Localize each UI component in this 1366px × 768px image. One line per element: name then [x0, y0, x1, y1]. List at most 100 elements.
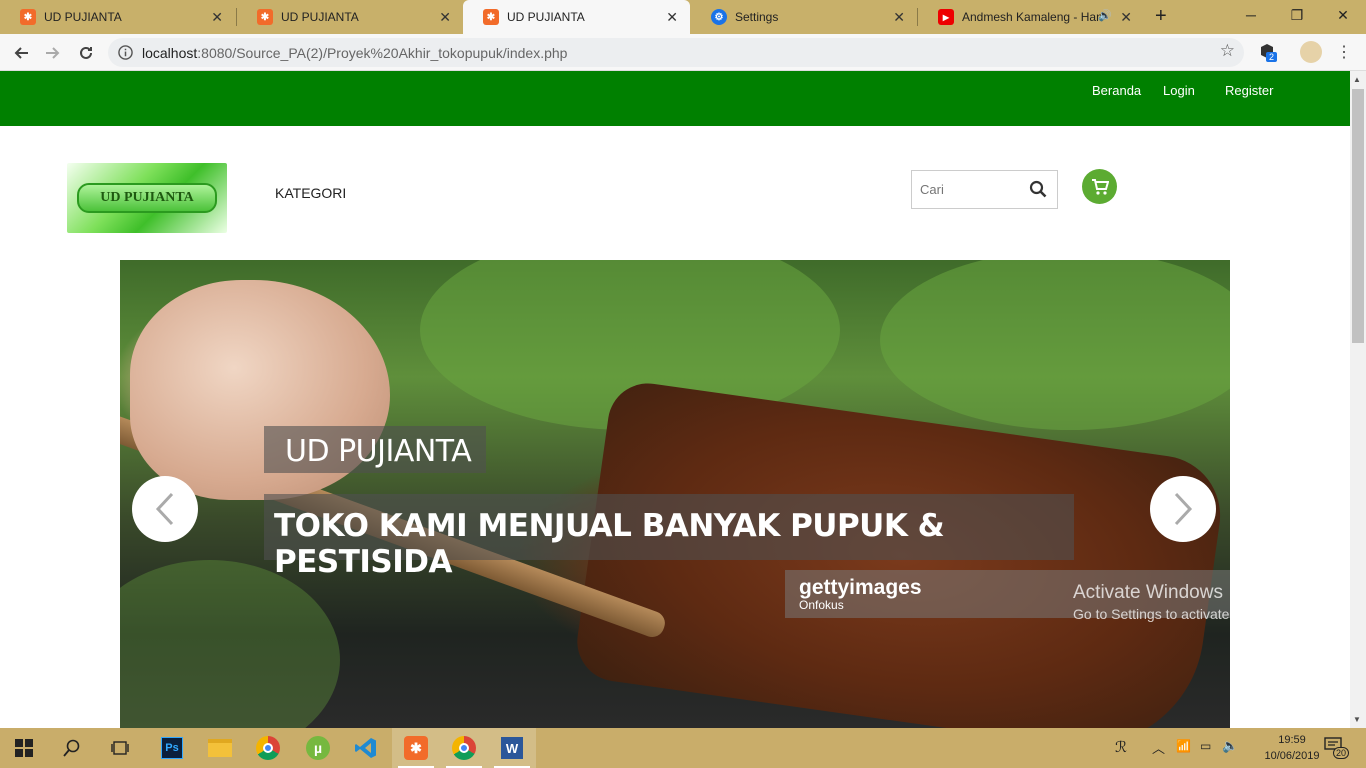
vscode-icon: [355, 738, 376, 758]
browser-tab[interactable]: ✱ UD PUJIANTA ✕: [0, 0, 235, 34]
audio-playing-icon[interactable]: 🔊: [1098, 9, 1112, 22]
taskbar-app-word[interactable]: W: [488, 728, 536, 768]
search-icon: [63, 739, 80, 757]
nav-link-beranda[interactable]: Beranda: [1092, 83, 1141, 98]
search-input[interactable]: [913, 172, 1023, 207]
chrome-icon: [452, 736, 476, 760]
webpage: Beranda Login Register UD PUJIANTA KATEG…: [0, 71, 1350, 728]
page-scrollbar[interactable]: ▲ ▼: [1350, 71, 1366, 728]
activation-title: Activate Windows: [1073, 582, 1223, 603]
hero-carousel: UD PUJIANTA TOKO KAMI MENJUAL BANYAK PUP…: [120, 260, 1230, 728]
search-box: [911, 170, 1058, 209]
taskbar-search-button[interactable]: [48, 728, 96, 768]
watermark-credit: Onfokus: [799, 598, 844, 612]
extension-icon[interactable]: 2: [1258, 42, 1278, 62]
browser-tab[interactable]: ⚙ Settings ✕: [691, 0, 917, 34]
kategori-menu[interactable]: KATEGORI: [275, 185, 346, 201]
close-window-button[interactable]: ✕: [1320, 0, 1366, 30]
close-tab-icon[interactable]: ✕: [439, 9, 451, 26]
tab-title: Andmesh Kamaleng - Han: [962, 10, 1102, 24]
browser-tab-active[interactable]: ✱ UD PUJIANTA ✕: [463, 0, 690, 34]
url-host: localhost: [142, 44, 198, 61]
xampp-icon: ✱: [20, 9, 36, 25]
profile-avatar[interactable]: [1300, 41, 1322, 63]
tab-title: Settings: [735, 10, 779, 24]
xampp-icon: ✱: [483, 9, 499, 25]
close-tab-icon[interactable]: ✕: [893, 9, 905, 26]
notification-count-badge: 20: [1333, 747, 1350, 759]
menu-icon[interactable]: ⋮: [1336, 42, 1352, 62]
taskbar-app-utorrent[interactable]: µ: [294, 728, 342, 768]
scroll-down-arrow-icon[interactable]: ▼: [1353, 715, 1361, 724]
clock-date: 10/06/2019: [1264, 750, 1320, 762]
volume-icon[interactable]: 🔈: [1222, 738, 1238, 754]
background-foliage: [120, 560, 340, 728]
back-button[interactable]: [8, 40, 34, 66]
restore-button[interactable]: ❐: [1274, 0, 1320, 30]
show-hidden-icons-chevron-up-icon[interactable]: ︿: [1152, 738, 1165, 757]
clock-time: 19:59: [1278, 734, 1306, 746]
new-tab-button[interactable]: +: [1155, 5, 1167, 28]
site-logo[interactable]: UD PUJIANTA: [67, 163, 227, 233]
address-bar[interactable]: localhost:8080/Source_PA(2)/Proyek%20Akh…: [108, 38, 1244, 67]
tab-title: UD PUJIANTA: [44, 10, 122, 24]
taskbar-clock[interactable]: 19:59 10/06/2019: [1262, 732, 1322, 764]
url-path: :8080/Source_PA(2)/Proyek%20Akhir_tokopu…: [197, 44, 568, 61]
people-icon[interactable]: ℛ: [1115, 738, 1127, 756]
forward-button[interactable]: [40, 40, 66, 66]
windows-start-button[interactable]: [0, 728, 48, 768]
xampp-icon: ✱: [404, 736, 428, 760]
youtube-icon: ▶: [938, 9, 954, 25]
carousel-caption-title: UD PUJIANTA: [264, 426, 486, 473]
logo-text: UD PUJIANTA: [77, 183, 217, 213]
taskbar-app-file-explorer[interactable]: [196, 728, 244, 768]
search-icon[interactable]: [1029, 180, 1047, 198]
info-icon: [118, 45, 133, 60]
nav-link-login[interactable]: Login: [1163, 83, 1195, 98]
close-tab-icon[interactable]: ✕: [666, 9, 678, 26]
wifi-icon[interactable]: 📶: [1176, 739, 1191, 753]
bookmark-star-icon[interactable]: ☆: [1220, 41, 1235, 61]
activation-subtitle: Go to Settings to activate Windows.: [1073, 606, 1294, 622]
windows-taskbar: Ps µ ✱ W ℛ ︿ 📶 ▭ 🔈 19:59 10/06/2019 20: [0, 728, 1366, 768]
carousel-prev-button[interactable]: [132, 476, 198, 542]
watermark-brand: gettyimages: [799, 576, 922, 599]
windows-start-icon: [15, 739, 33, 757]
tab-title: UD PUJIANTA: [507, 10, 585, 24]
browser-tab[interactable]: ▶ Andmesh Kamaleng - Han 🔊 ✕: [918, 0, 1144, 34]
windows-activation-watermark: Activate Windows Go to Settings to activ…: [1073, 582, 1294, 622]
reload-button[interactable]: [73, 40, 99, 66]
browser-tab[interactable]: ✱ UD PUJIANTA ✕: [237, 0, 463, 34]
arrow-right-icon: [46, 47, 60, 59]
battery-icon[interactable]: ▭: [1200, 739, 1211, 753]
xampp-icon: ✱: [257, 9, 273, 25]
cart-icon: [1091, 178, 1109, 195]
utorrent-icon: µ: [306, 736, 330, 760]
tab-title: UD PUJIANTA: [281, 10, 359, 24]
task-view-button[interactable]: [96, 728, 144, 768]
taskbar-app-vscode[interactable]: [342, 728, 390, 768]
extension-badge: 2: [1266, 52, 1278, 62]
background-foliage: [880, 260, 1230, 430]
scroll-up-arrow-icon[interactable]: ▲: [1353, 75, 1361, 84]
top-navigation-bar: Beranda Login Register: [0, 71, 1350, 126]
chrome-icon: [256, 736, 280, 760]
browser-tab-strip: ✱ UD PUJIANTA ✕ ✱ UD PUJIANTA ✕ ✱ UD PUJ…: [0, 0, 1366, 34]
action-center-button[interactable]: 20: [1324, 737, 1350, 759]
close-tab-icon[interactable]: ✕: [211, 9, 223, 26]
chevron-right-icon: [1174, 492, 1193, 526]
taskbar-app-xampp[interactable]: ✱: [392, 728, 440, 768]
scrollbar-thumb[interactable]: [1352, 89, 1364, 343]
chevron-left-icon: [155, 492, 174, 526]
taskbar-app-photoshop[interactable]: Ps: [148, 728, 196, 768]
nav-link-register[interactable]: Register: [1225, 83, 1273, 98]
cart-button[interactable]: [1082, 169, 1117, 204]
gear-icon: ⚙: [711, 9, 727, 25]
close-tab-icon[interactable]: ✕: [1120, 9, 1132, 26]
word-icon: W: [501, 737, 523, 759]
taskbar-app-chrome[interactable]: [244, 728, 292, 768]
task-view-icon: [111, 741, 129, 755]
taskbar-app-chrome-active[interactable]: [440, 728, 488, 768]
minimize-button[interactable]: ─: [1228, 0, 1274, 30]
carousel-next-button[interactable]: [1150, 476, 1216, 542]
